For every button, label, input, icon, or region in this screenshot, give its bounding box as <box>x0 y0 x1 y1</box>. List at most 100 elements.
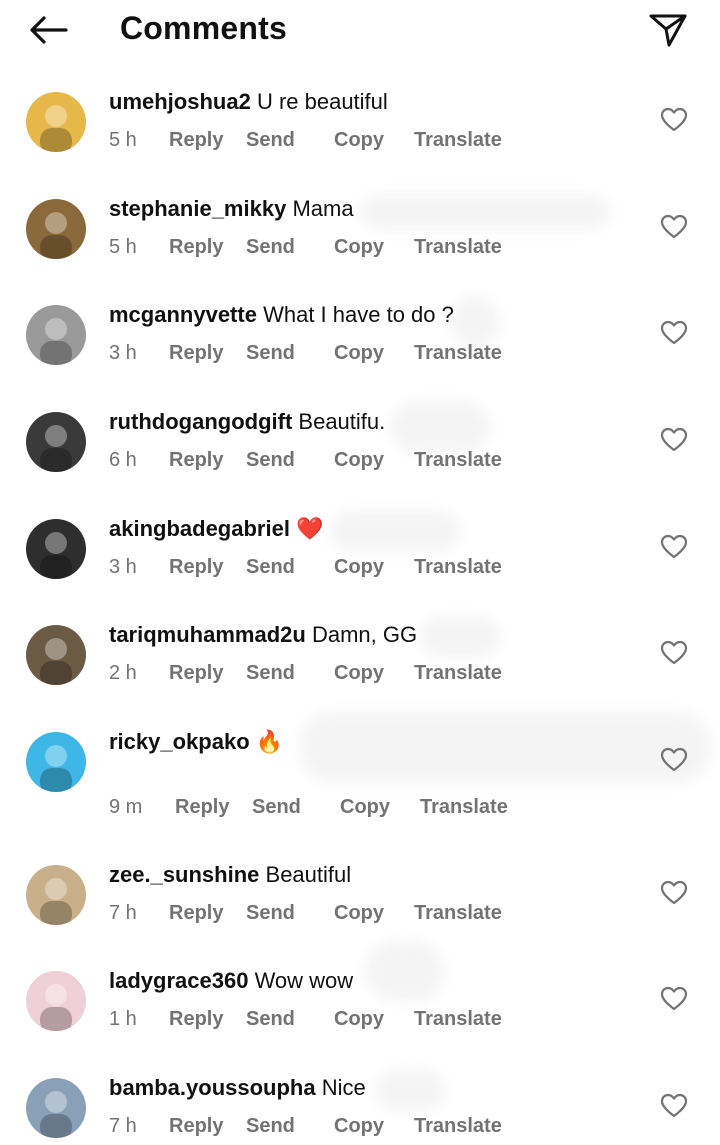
avatar[interactable] <box>26 732 86 792</box>
redaction-smudge <box>330 511 460 551</box>
send-button[interactable]: Send <box>246 662 295 685</box>
translate-button[interactable]: Translate <box>414 1008 502 1031</box>
comment-username[interactable]: stephanie_mikky <box>109 196 286 221</box>
avatar[interactable] <box>26 412 86 472</box>
comment-username[interactable]: bamba.youssoupha <box>109 1075 316 1100</box>
comment-text-line: ruthdogangodgift Beautifu. <box>109 409 385 435</box>
avatar[interactable] <box>26 971 86 1031</box>
like-heart-icon[interactable] <box>660 639 688 667</box>
like-heart-icon[interactable] <box>660 106 688 134</box>
send-button[interactable]: Send <box>246 902 295 925</box>
avatar[interactable] <box>26 1078 86 1138</box>
translate-button[interactable]: Translate <box>414 662 502 685</box>
copy-button[interactable]: Copy <box>334 129 384 152</box>
comment-username[interactable]: zee._sunshine <box>109 862 259 887</box>
comment-body: Damn, GG <box>311 622 418 647</box>
comment-body: ❤️ <box>296 516 324 541</box>
comment-text-line: tariqmuhammad2u Damn, GG <box>109 622 417 648</box>
comment-text-line: mcgannyvette What I have to do ? <box>109 302 454 328</box>
comment-text-line: zee._sunshine Beautiful <box>109 862 351 888</box>
copy-button[interactable]: Copy <box>334 902 384 925</box>
translate-button[interactable]: Translate <box>414 449 502 472</box>
send-button[interactable]: Send <box>246 342 295 365</box>
translate-button[interactable]: Translate <box>414 1115 502 1138</box>
comment-text-line: stephanie_mikky Mama <box>109 196 354 222</box>
redaction-smudge <box>450 297 500 347</box>
send-button[interactable]: Send <box>246 1008 295 1031</box>
comment-text-line: akingbadegabriel ❤️ <box>109 516 323 542</box>
reply-button[interactable]: Reply <box>169 129 223 152</box>
copy-button[interactable]: Copy <box>334 1115 384 1138</box>
reply-button[interactable]: Reply <box>169 662 223 685</box>
like-heart-icon[interactable] <box>660 426 688 454</box>
comment-text-line: umehjoshua2 U re beautiful <box>109 89 388 115</box>
copy-button[interactable]: Copy <box>334 342 384 365</box>
reply-button[interactable]: Reply <box>169 342 223 365</box>
comment-username[interactable]: ruthdogangodgift <box>109 409 292 434</box>
avatar[interactable] <box>26 625 86 685</box>
reply-button[interactable]: Reply <box>169 1008 223 1031</box>
redaction-smudge <box>375 1070 445 1110</box>
comment-text-line: bamba.youssoupha Nice <box>109 1075 366 1101</box>
copy-button[interactable]: Copy <box>334 236 384 259</box>
comment-body: Beautiful <box>265 862 352 887</box>
comment-timestamp: 5 h <box>109 236 137 258</box>
comment-username[interactable]: ladygrace360 <box>109 968 248 993</box>
send-button[interactable]: Send <box>246 556 295 579</box>
translate-button[interactable]: Translate <box>414 556 502 579</box>
comment-timestamp: 9 m <box>109 796 143 818</box>
comment-timestamp: 5 h <box>109 129 137 151</box>
copy-button[interactable]: Copy <box>340 796 390 819</box>
translate-button[interactable]: Translate <box>414 342 502 365</box>
reply-button[interactable]: Reply <box>175 796 229 819</box>
comments-list: umehjoshua2 U re beautiful 5 h Reply Send Co… <box>0 0 720 1145</box>
reply-button[interactable]: Reply <box>169 902 223 925</box>
reply-button[interactable]: Reply <box>169 449 223 472</box>
reply-button[interactable]: Reply <box>169 1115 223 1138</box>
comment-username[interactable]: tariqmuhammad2u <box>109 622 306 647</box>
redaction-smudge <box>300 712 710 782</box>
avatar[interactable] <box>26 92 86 152</box>
like-heart-icon[interactable] <box>660 746 688 774</box>
comment-username[interactable]: ricky_okpako <box>109 729 250 754</box>
copy-button[interactable]: Copy <box>334 449 384 472</box>
comment-timestamp: 3 h <box>109 556 137 578</box>
comment-body: 🔥 <box>255 729 284 754</box>
reply-button[interactable]: Reply <box>169 236 223 259</box>
avatar[interactable] <box>26 305 86 365</box>
like-heart-icon[interactable] <box>660 985 688 1013</box>
comment-timestamp: 3 h <box>109 342 137 364</box>
comment-body: U re beautiful <box>256 89 388 114</box>
comment-timestamp: 1 h <box>109 1008 137 1030</box>
comment-body: Nice <box>321 1075 366 1100</box>
translate-button[interactable]: Translate <box>420 796 508 819</box>
like-heart-icon[interactable] <box>660 319 688 347</box>
comment-timestamp: 6 h <box>109 449 137 471</box>
send-button[interactable]: Send <box>246 129 295 152</box>
copy-button[interactable]: Copy <box>334 1008 384 1031</box>
translate-button[interactable]: Translate <box>414 902 502 925</box>
comment-username[interactable]: mcgannyvette <box>109 302 257 327</box>
like-heart-icon[interactable] <box>660 213 688 241</box>
redaction-smudge <box>390 402 490 452</box>
reply-button[interactable]: Reply <box>169 556 223 579</box>
comment-username[interactable]: akingbadegabriel <box>109 516 290 541</box>
copy-button[interactable]: Copy <box>334 662 384 685</box>
avatar[interactable] <box>26 519 86 579</box>
avatar[interactable] <box>26 865 86 925</box>
like-heart-icon[interactable] <box>660 533 688 561</box>
comment-text-line: ladygrace360 Wow wow <box>109 968 353 994</box>
send-button[interactable]: Send <box>246 1115 295 1138</box>
like-heart-icon[interactable] <box>660 1092 688 1120</box>
send-button[interactable]: Send <box>252 796 301 819</box>
send-button[interactable]: Send <box>246 449 295 472</box>
translate-button[interactable]: Translate <box>414 236 502 259</box>
redaction-smudge <box>365 941 445 1001</box>
like-heart-icon[interactable] <box>660 879 688 907</box>
copy-button[interactable]: Copy <box>334 556 384 579</box>
avatar[interactable] <box>26 199 86 259</box>
send-button[interactable]: Send <box>246 236 295 259</box>
comment-username[interactable]: umehjoshua2 <box>109 89 251 114</box>
comment-body: What I have to do ? <box>263 302 454 327</box>
translate-button[interactable]: Translate <box>414 129 502 152</box>
